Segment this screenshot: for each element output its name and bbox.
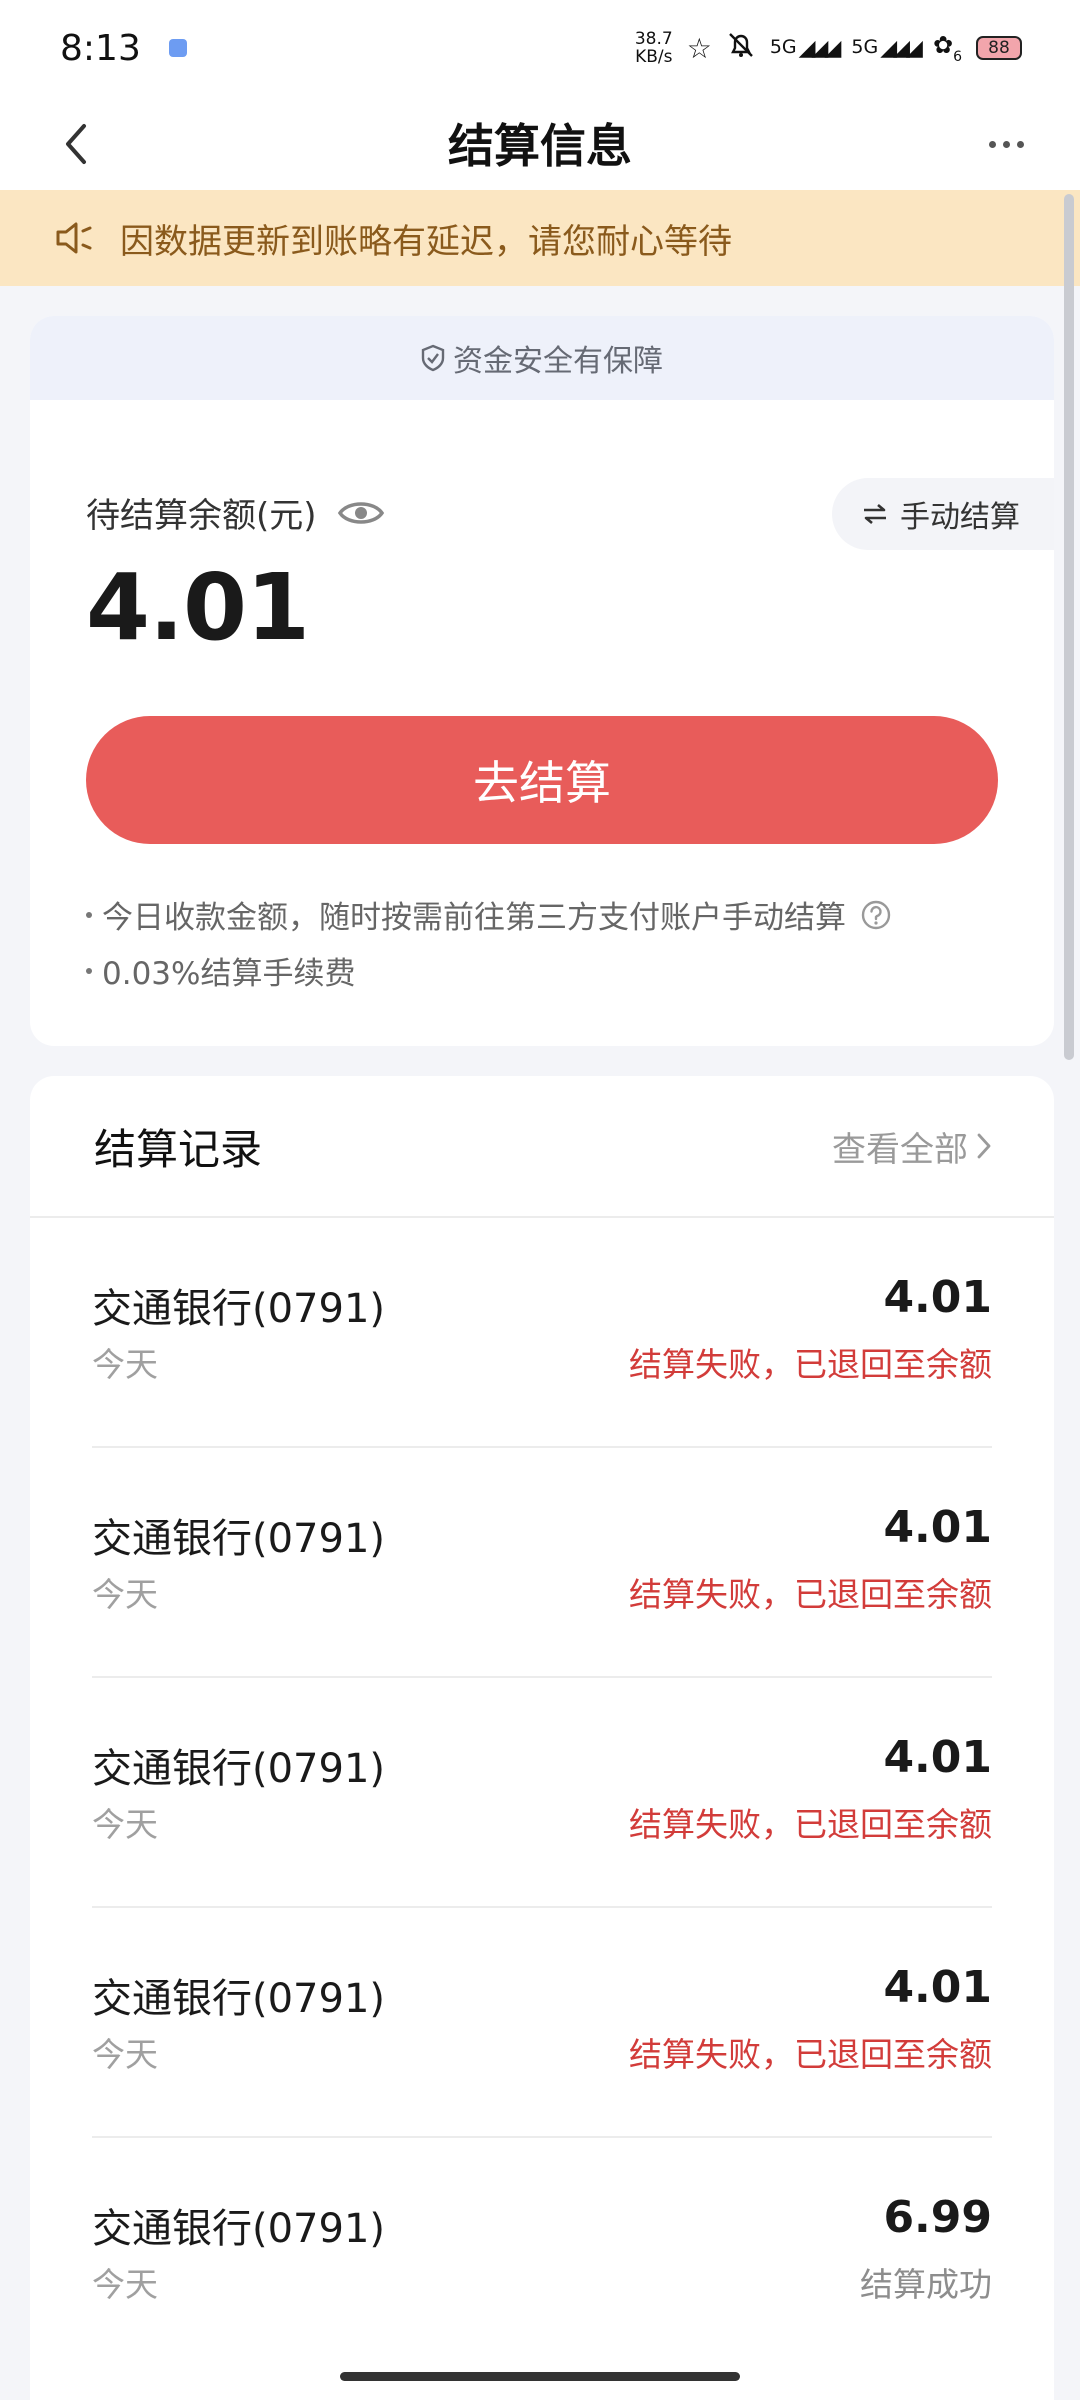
- go-settle-button[interactable]: 去结算: [86, 716, 998, 844]
- signal-5g-2-label: 5G: [851, 35, 879, 58]
- status-time: 8:13: [60, 27, 141, 69]
- network-speed: 38.7 KB/s: [635, 30, 673, 66]
- manual-settle-label: 手动结算: [900, 500, 1020, 535]
- balance-label: 待结算余额(元): [86, 496, 317, 536]
- balance-card: 资金安全有保障 待结算余额(元) 手动结算 4.01 去结算 今日收款金额，随时…: [30, 316, 1054, 1046]
- record-status: 结算失败，已退回至余额: [629, 1345, 992, 1384]
- signal-5g-1: 5G ◢◢◢: [769, 35, 842, 61]
- network-speed-unit: KB/s: [635, 47, 673, 67]
- record-bank: 交通银行(0791): [92, 1746, 386, 1792]
- record-bank: 交通银行(0791): [92, 1286, 386, 1332]
- chevron-left-icon: [66, 124, 86, 164]
- network-speed-value: 38.7: [634, 29, 673, 49]
- record-item-3[interactable]: 交通银行(0791) 今天 4.01 结算失败，已退回至余额: [92, 1678, 992, 1908]
- status-icons: 38.7 KB/s ☆ 5G ◢◢◢ 5G ◢◢◢ ✿ 6 88: [635, 30, 1022, 67]
- record-amount: 4.01: [883, 1962, 992, 2013]
- record-date: 今天: [92, 2035, 158, 2074]
- record-date: 今天: [92, 1805, 158, 1844]
- page-title: 结算信息: [448, 119, 632, 173]
- record-date: 今天: [92, 1575, 158, 1614]
- view-all-link[interactable]: 查看全部: [832, 1122, 992, 1171]
- scrollbar[interactable]: [1064, 194, 1074, 1060]
- record-bank: 交通银行(0791): [92, 1516, 386, 1562]
- back-button[interactable]: [46, 114, 106, 174]
- safety-text: 资金安全有保障: [453, 344, 663, 379]
- record-item-5[interactable]: 交通银行(0791) 今天 6.99 结算成功: [92, 2138, 992, 2368]
- settlement-info-screen: 8:13 38.7 KB/s ☆ 5G ◢◢◢ 5G ◢◢◢ ✿ 6 88 结算…: [0, 0, 1080, 2400]
- record-item-1[interactable]: 交通银行(0791) 今天 4.01 结算失败，已退回至余额: [92, 1218, 992, 1448]
- status-bar: 8:13 38.7 KB/s ☆ 5G ◢◢◢ 5G ◢◢◢ ✿ 6 88: [0, 0, 1080, 96]
- safety-banner: 资金安全有保障: [30, 316, 1054, 400]
- record-status: 结算失败，已退回至余额: [629, 2035, 992, 2074]
- shield-icon: [421, 344, 445, 372]
- tip-text-1: 今日收款金额，随时按需前往第三方支付账户手动结算: [102, 900, 846, 936]
- chevron-right-icon: [977, 1133, 991, 1159]
- nav-bar: 结算信息: [0, 96, 1080, 190]
- record-date: 今天: [92, 1345, 158, 1384]
- record-amount: 4.01: [883, 1272, 992, 1323]
- settlement-records-card: 结算记录 查看全部 交通银行(0791) 今天 4.01 结算失败，已退回至余额…: [30, 1076, 1054, 2400]
- bullet-dot: [86, 967, 92, 974]
- notice-text: 因数据更新到账略有延迟，请您耐心等待: [120, 221, 732, 262]
- bullet-dot: [86, 911, 92, 918]
- balance-amount: 4.01: [86, 554, 310, 661]
- signal-5g-2: 5G ◢◢◢: [851, 35, 923, 61]
- record-date: 今天: [92, 2265, 158, 2304]
- signal-bars-icon: ◢◢◢: [798, 35, 842, 61]
- star-icon: ☆: [686, 31, 712, 65]
- record-amount: 4.01: [883, 1502, 992, 1553]
- eye-icon[interactable]: [337, 496, 385, 530]
- view-all-label: 查看全部: [832, 1129, 968, 1170]
- wifi-status: ✿ 6: [933, 31, 962, 65]
- record-status: 结算失败，已退回至余额: [629, 1575, 992, 1614]
- speaker-icon: [54, 220, 94, 256]
- app-notification-icon: [168, 39, 187, 57]
- record-item-2[interactable]: 交通银行(0791) 今天 4.01 结算失败，已退回至余额: [92, 1448, 992, 1678]
- more-button[interactable]: [976, 116, 1036, 172]
- more-dots-icon: [988, 140, 996, 148]
- home-indicator[interactable]: [340, 2372, 740, 2381]
- wifi-sub-label: 6: [953, 49, 962, 65]
- tip-fee: 0.03%结算手续费: [86, 948, 355, 993]
- record-amount: 6.99: [883, 2192, 992, 2243]
- tip-text-2: 0.03%结算手续费: [102, 956, 356, 992]
- record-bank: 交通银行(0791): [92, 2206, 386, 2252]
- silent-bell-icon: [726, 30, 756, 67]
- record-bank: 交通银行(0791): [92, 1976, 386, 2022]
- record-amount: 4.01: [883, 1732, 992, 1783]
- battery-indicator: 88: [976, 36, 1022, 60]
- tip-today-amount: 今日收款金额，随时按需前往第三方支付账户手动结算: [86, 892, 892, 937]
- record-status: 结算失败，已退回至余额: [629, 1805, 992, 1844]
- signal-5g-1-label: 5G: [769, 35, 797, 58]
- record-status: 结算成功: [860, 2265, 992, 2304]
- record-item-4[interactable]: 交通银行(0791) 今天 4.01 结算失败，已退回至余额: [92, 1908, 992, 2138]
- records-header: 结算记录 查看全部: [30, 1076, 1054, 1218]
- swap-arrows-icon: [864, 504, 886, 524]
- balance-label-row: 待结算余额(元): [86, 488, 385, 537]
- manual-settle-button[interactable]: 手动结算: [832, 478, 1054, 550]
- delay-notice-bar: 因数据更新到账略有延迟，请您耐心等待: [0, 190, 1080, 286]
- wifi-icon: ✿: [932, 31, 954, 59]
- signal-bars-icon: ◢◢◢: [880, 35, 923, 61]
- question-circle-icon[interactable]: [860, 899, 892, 931]
- records-title: 结算记录: [94, 1124, 263, 1174]
